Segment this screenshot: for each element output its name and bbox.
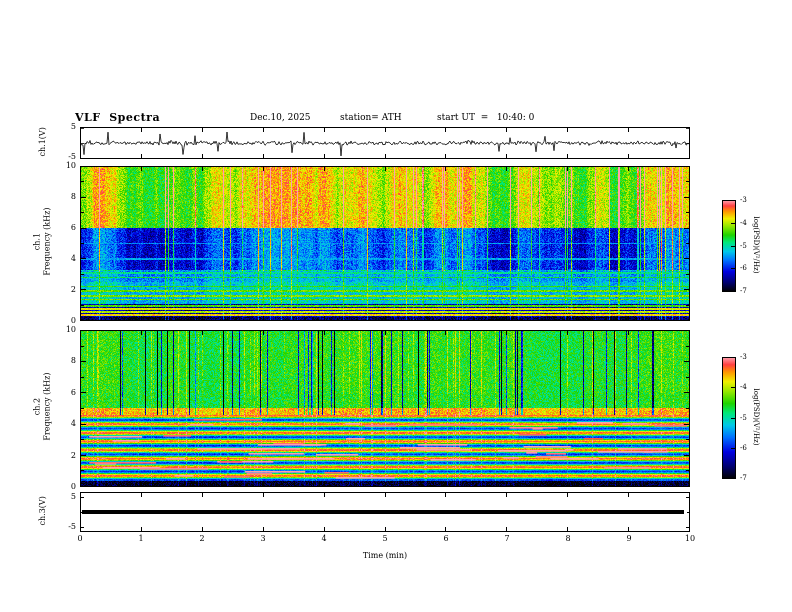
ch2-frequency-axis-label: ch.2 Frequency (kHz) bbox=[32, 352, 51, 462]
ch2-frequency-axis-label-line1: ch.2 bbox=[32, 397, 42, 416]
header-station: station= ATH bbox=[340, 113, 402, 123]
ch2-spectrogram-canvas bbox=[80, 330, 690, 487]
x-tick-label: 2 bbox=[199, 534, 205, 543]
colorbar2-tick-label: -7 bbox=[740, 474, 747, 482]
ch2-frequency-tick-label: 2 bbox=[70, 450, 76, 460]
colorbar2-tick-label: -6 bbox=[740, 443, 747, 452]
colorbar1-tick-label: -4 bbox=[740, 218, 747, 227]
colorbar2-tick-label: -3 bbox=[740, 353, 747, 361]
x-tick-label: 9 bbox=[626, 534, 632, 543]
ch2-frequency-axis-label-line2: Frequency (kHz) bbox=[42, 372, 51, 441]
x-tick-label: 6 bbox=[443, 534, 449, 543]
ch1-frequency-tick-label: 6 bbox=[70, 223, 76, 232]
x-tick-label: 10 bbox=[684, 534, 696, 543]
colorbar1-tick-label: -6 bbox=[740, 264, 747, 273]
ch1-frequency-axis-label: ch.1 Frequency (kHz) bbox=[32, 187, 51, 297]
header-start-ut: start UT = 10:40: 0 bbox=[437, 113, 535, 123]
ch2-frequency-tick-label: 6 bbox=[70, 387, 76, 397]
ch3-voltage-tick-label: -5 bbox=[68, 522, 76, 531]
ch2-frequency-tick-label: 0 bbox=[70, 482, 76, 491]
ch1-frequency-axis-label-line1: ch.1 bbox=[32, 232, 42, 251]
colorbar-2 bbox=[722, 357, 736, 479]
colorbar1-tick-label: -5 bbox=[740, 241, 747, 250]
ch1-voltage-tick-label: 5 bbox=[70, 122, 76, 131]
ch1-frequency-tick-label: 8 bbox=[70, 192, 76, 201]
header-date: Dec.10, 2025 bbox=[250, 113, 311, 123]
x-axis-title: Time (min) bbox=[362, 551, 408, 560]
ch3-waveform-canvas bbox=[80, 492, 690, 532]
x-tick-label: 5 bbox=[382, 534, 388, 543]
ch3-voltage-axis-label: ch.3(V) bbox=[38, 496, 48, 526]
colorbar1-tick-label: -3 bbox=[740, 196, 747, 204]
ch1-frequency-axis-label-line2: Frequency (kHz) bbox=[42, 207, 51, 276]
x-tick-label: 8 bbox=[565, 534, 571, 543]
x-tick-label: 0 bbox=[77, 534, 83, 543]
ch1-voltage-axis-label: ch.1(V) bbox=[38, 127, 48, 157]
ch1-frequency-tick-label: 4 bbox=[70, 254, 76, 263]
ch2-frequency-tick-label: 8 bbox=[70, 356, 76, 366]
vlf-spectra-figure: VLF Spectra Dec.10, 2025 station= ATH st… bbox=[0, 0, 792, 612]
ch1-frequency-tick-label: 2 bbox=[70, 285, 76, 294]
ch1-spectrogram-canvas bbox=[80, 166, 690, 321]
x-tick-label: 7 bbox=[504, 534, 510, 543]
x-tick-label: 1 bbox=[138, 534, 144, 543]
ch2-frequency-tick-label: 4 bbox=[70, 419, 76, 429]
colorbar2-tick-label: -5 bbox=[740, 413, 747, 422]
x-tick-label: 4 bbox=[321, 534, 327, 543]
ch1-frequency-tick-label: 10 bbox=[65, 161, 76, 170]
figure-title: VLF Spectra bbox=[75, 111, 161, 124]
x-tick-label: 3 bbox=[260, 534, 266, 543]
ch1-waveform-canvas bbox=[80, 127, 690, 159]
colorbar2-tick-label: -4 bbox=[740, 383, 747, 392]
ch3-voltage-tick-label: 5 bbox=[70, 492, 76, 501]
colorbar-1 bbox=[722, 200, 736, 292]
ch2-frequency-tick-label: 10 bbox=[65, 325, 76, 334]
colorbar1-tick-label: -7 bbox=[740, 287, 747, 295]
